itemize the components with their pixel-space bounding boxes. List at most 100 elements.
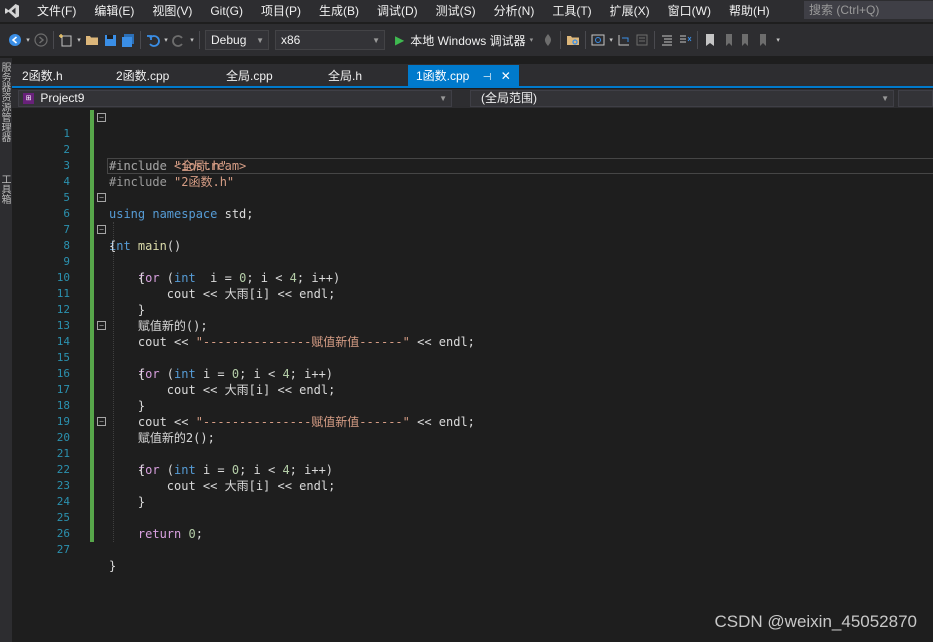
code-line: 25 return 0; [12, 494, 933, 541]
fold-collapse-icon[interactable]: − [97, 193, 106, 202]
code-line: 22 cout << 大雨[i] << endl; [12, 446, 933, 493]
code-line: 8 − for (int i = 0; i < 4; i++) [12, 222, 933, 285]
scope-name: (全局范围) [481, 91, 537, 105]
code-line: 20 − for (int i = 0; i < 4; i++) [12, 414, 933, 477]
tab-label: 2函数.cpp [116, 69, 170, 83]
code-line: 19 赋值新的2(); [12, 398, 933, 445]
code-line: 11 } [12, 270, 933, 317]
new-project-icon[interactable] [57, 29, 75, 51]
toolbar-separator [53, 31, 54, 49]
code-line: 27 } [12, 526, 933, 573]
toolbar-separator [697, 31, 699, 49]
hot-reload-icon[interactable] [539, 29, 557, 51]
tab-global-cpp[interactable]: 全局.cpp [218, 66, 281, 86]
fold-collapse-icon[interactable]: − [97, 113, 106, 122]
code-line: 7 { [12, 206, 933, 253]
csdn-watermark: CSDN @weixin_45052870 [714, 612, 917, 631]
tab-global-h[interactable]: 全局.h [320, 66, 370, 86]
step-into-icon[interactable] [615, 29, 633, 51]
menu-file[interactable]: 文件(F) [28, 0, 85, 22]
toolbar-separator [654, 31, 656, 49]
tab-1-function-cpp[interactable]: 1函数.cpp ⊣ ✕ [408, 65, 519, 87]
project-select[interactable]: ⊞ Project9 ▼ [18, 90, 452, 107]
open-folder-icon[interactable] [83, 29, 101, 51]
menu-build[interactable]: 生成(B) [310, 0, 368, 22]
find-in-files-icon[interactable] [564, 29, 582, 51]
code-line: 21 { [12, 430, 933, 477]
redo-icon[interactable] [170, 29, 188, 51]
forward-icon[interactable] [32, 29, 50, 51]
code-line: 10 cout << 大雨[i] << endl; [12, 254, 933, 301]
screenshot-dropdown-icon[interactable]: ▾ [607, 29, 615, 51]
outline-icon[interactable] [658, 29, 676, 51]
visual-studio-logo-icon[interactable] [2, 0, 22, 22]
run-button-label: 本地 Windows 调试器 [410, 33, 526, 48]
tab-label: 2函数.h [22, 69, 63, 83]
code-line: 12 赋值新的(); [12, 286, 933, 333]
menu-debug[interactable]: 调试(D) [368, 0, 427, 22]
back-dropdown-icon[interactable]: ▾ [24, 29, 32, 51]
close-icon[interactable]: ✕ [501, 69, 511, 83]
redo-dropdown-icon[interactable]: ▾ [188, 29, 196, 51]
start-debugging-button[interactable]: ▶ 本地 Windows 调试器 ▾ [395, 32, 533, 49]
step-over-icon[interactable] [633, 29, 651, 51]
menu-edit[interactable]: 编辑(E) [85, 0, 143, 22]
next-bookmark-icon[interactable] [737, 29, 755, 51]
save-all-icon[interactable] [119, 29, 137, 51]
search-input[interactable]: 搜索 (Ctrl+Q) [804, 1, 933, 19]
server-explorer-tab[interactable]: 服务器资源管理器 [0, 62, 12, 142]
menu-test[interactable]: 测试(S) [427, 0, 485, 22]
solution-configuration-select[interactable]: Debug ▼ [205, 30, 269, 50]
menu-extensions[interactable]: 扩展(X) [601, 0, 659, 22]
play-icon: ▶ [395, 33, 405, 47]
code-line: 23 } [12, 462, 933, 509]
menu-git[interactable]: Git(G) [201, 0, 252, 22]
fold-collapse-icon[interactable]: − [97, 321, 106, 330]
new-dropdown-icon[interactable]: ▾ [75, 29, 83, 51]
line-number: 27 [56, 543, 70, 556]
back-icon[interactable] [6, 29, 24, 51]
bookmark-icon[interactable] [701, 29, 719, 51]
fold-collapse-icon[interactable]: − [97, 417, 106, 426]
toolbar-overflow-icon[interactable]: ▾ [773, 29, 783, 51]
tab-label: 全局.cpp [226, 69, 273, 83]
member-select[interactable] [898, 90, 933, 107]
code-line: 16 cout << 大雨[i] << endl; [12, 350, 933, 397]
menu-tools[interactable]: 工具(T) [543, 0, 600, 22]
screenshot-icon[interactable] [589, 29, 607, 51]
save-icon[interactable] [101, 29, 119, 51]
comment-lines-icon[interactable] [676, 29, 694, 51]
menu-window[interactable]: 窗口(W) [659, 0, 720, 22]
toolbar-separator [585, 31, 587, 49]
code-line: 17 } [12, 366, 933, 413]
document-tab-strip: 2函数.h 2函数.cpp 全局.cpp 全局.h 1函数.cpp ⊣ ✕ [12, 64, 933, 88]
fold-collapse-icon[interactable]: − [97, 225, 106, 234]
clear-bookmarks-icon[interactable] [755, 29, 773, 51]
toolbar-separator [140, 31, 141, 49]
configuration-value: Debug [211, 33, 247, 47]
previous-bookmark-icon[interactable] [719, 29, 737, 51]
undo-dropdown-icon[interactable]: ▾ [162, 29, 170, 51]
toolbar-separator [560, 31, 562, 49]
code-editor[interactable]: 1 − #include <iostream> 2 #include "全局.h… [12, 108, 933, 642]
chevron-down-icon: ▼ [256, 35, 264, 45]
toolbar-separator [199, 31, 200, 49]
pin-icon[interactable]: ⊣ [483, 72, 492, 83]
menu-help[interactable]: 帮助(H) [720, 0, 779, 22]
project-name: Project9 [40, 91, 85, 105]
code-line: 4 [12, 158, 933, 188]
tab-2-function-h[interactable]: 2函数.h [14, 66, 71, 86]
tab-2-function-cpp[interactable]: 2函数.cpp [108, 66, 177, 86]
solution-platform-select[interactable]: x86 ▼ [275, 30, 385, 50]
left-tool-rail: 服务器资源管理器 工具箱 [0, 58, 12, 642]
code-line: 9 { [12, 238, 933, 285]
code-line: 5 using namespace std; [12, 174, 933, 221]
undo-icon[interactable] [144, 29, 162, 51]
tab-label: 全局.h [328, 69, 363, 83]
menu-analyze[interactable]: 分析(N) [485, 0, 544, 22]
chevron-down-icon: ▾ [529, 37, 534, 44]
menu-view[interactable]: 视图(V) [143, 0, 201, 22]
scope-select[interactable]: (全局范围) ▼ [470, 90, 894, 107]
toolbox-tab[interactable]: 工具箱 [0, 174, 12, 204]
menu-project[interactable]: 项目(P) [252, 0, 310, 22]
